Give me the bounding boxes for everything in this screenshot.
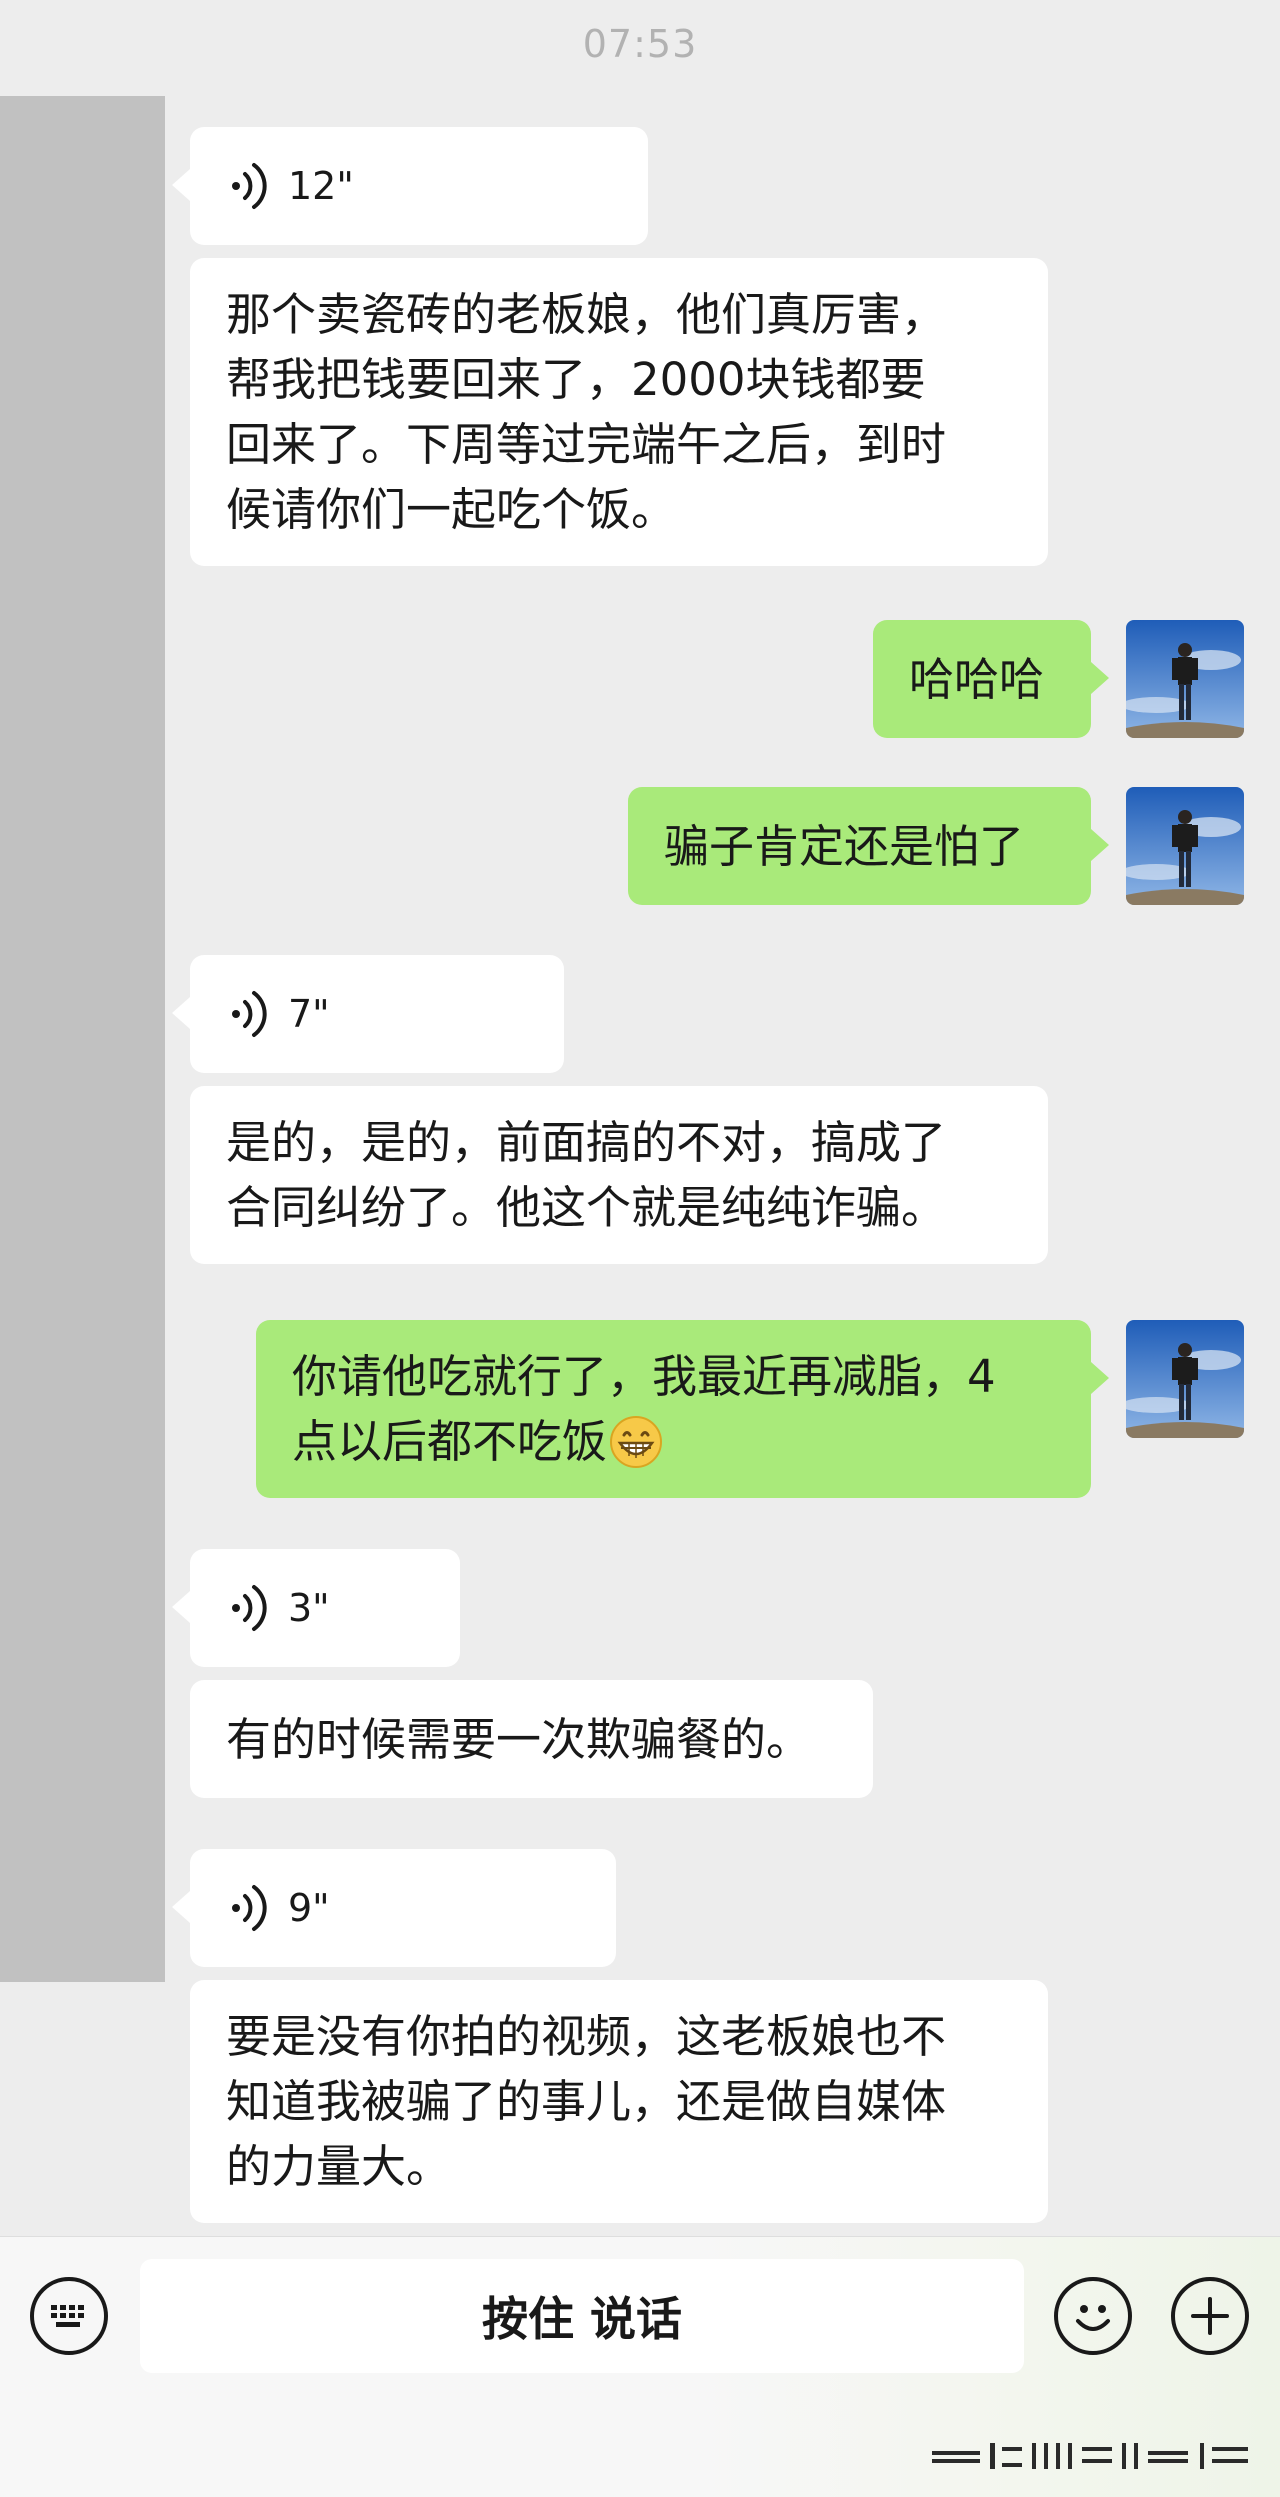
left-overlay-strip <box>0 96 165 1982</box>
message-line: 骗子肯定还是怕了 <box>664 819 1025 873</box>
outgoing-text-message[interactable]: 你请他吃就行了，我最近再减脂，4 点以后都不吃饭 <box>256 1320 1109 1498</box>
grinning-face-icon <box>610 1415 663 1468</box>
message-line: 那个卖瓷砖的老板娘，他们真厉害， <box>226 288 947 341</box>
message-line: 帮我把钱要回来了，2000块钱都要 <box>226 353 926 406</box>
watermark-bars <box>932 2437 1252 2473</box>
incoming-text-message[interactable]: 那个卖瓷砖的老板娘，他们真厉害， 帮我把钱要回来了，2000块钱都要 回来了。下… <box>190 258 1048 566</box>
voice-wave-icon <box>232 991 267 1037</box>
chat-timestamp: 07:53 <box>582 22 698 66</box>
incoming-text-message[interactable]: 有的时候需要一次欺骗餐的。 <box>190 1680 873 1798</box>
avatar[interactable] <box>1126 787 1244 905</box>
voice-wave-icon <box>232 1885 267 1931</box>
voice-wave-icon <box>232 163 267 209</box>
message-line: 要是没有你拍的视频，这老板娘也不 <box>226 2010 947 2063</box>
message-line: 候请你们一起吃个饭。 <box>226 483 677 536</box>
message-line: 你请他吃就行了，我最近再减脂，4 <box>292 1350 996 1403</box>
message-line: 是的，是的，前面搞的不对，搞成了 <box>226 1116 947 1169</box>
voice-duration: 3" <box>288 1585 330 1630</box>
message-line: 的力量大。 <box>226 2140 452 2193</box>
message-line: 哈哈哈 <box>909 652 1045 706</box>
message-line: 合同纠纷了。他这个就是纯纯诈骗。 <box>226 1181 947 1234</box>
outgoing-text-message[interactable]: 哈哈哈 <box>873 620 1109 738</box>
message-line: 回来了。下周等过完端午之后，到时 <box>226 418 947 471</box>
message-line: 有的时候需要一次欺骗餐的。 <box>226 1712 812 1766</box>
voice-wave-icon <box>232 1585 267 1631</box>
message-line: 知道我被骗了的事儿，还是做自媒体 <box>226 2075 947 2128</box>
voice-duration: 12" <box>288 163 354 208</box>
hold-to-talk-button[interactable]: 按住 说话 <box>140 2259 1024 2373</box>
avatar[interactable] <box>1126 1320 1244 1438</box>
outgoing-text-message[interactable]: 骗子肯定还是怕了 <box>628 787 1109 905</box>
incoming-text-message[interactable]: 是的，是的，前面搞的不对，搞成了 合同纠纷了。他这个就是纯纯诈骗。 <box>190 1086 1048 1264</box>
message-line: 点以后都不吃饭 <box>292 1415 608 1468</box>
keyboard-icon[interactable] <box>30 2277 108 2355</box>
voice-message[interactable]: 12" <box>172 127 648 245</box>
voice-message[interactable]: 3" <box>172 1549 460 1667</box>
plus-icon[interactable] <box>1171 2277 1249 2355</box>
voice-message[interactable]: 9" <box>172 1849 616 1967</box>
voice-message[interactable]: 7" <box>172 955 564 1073</box>
voice-duration: 9" <box>288 1885 330 1930</box>
chat-input-bar: 按住 说话 <box>0 2236 1280 2497</box>
avatar[interactable] <box>1126 620 1244 738</box>
emoji-icon[interactable] <box>1054 2277 1132 2355</box>
voice-duration: 7" <box>288 991 330 1036</box>
incoming-text-message[interactable]: 要是没有你拍的视频，这老板娘也不 知道我被骗了的事儿，还是做自媒体 的力量大。 <box>190 1980 1048 2223</box>
